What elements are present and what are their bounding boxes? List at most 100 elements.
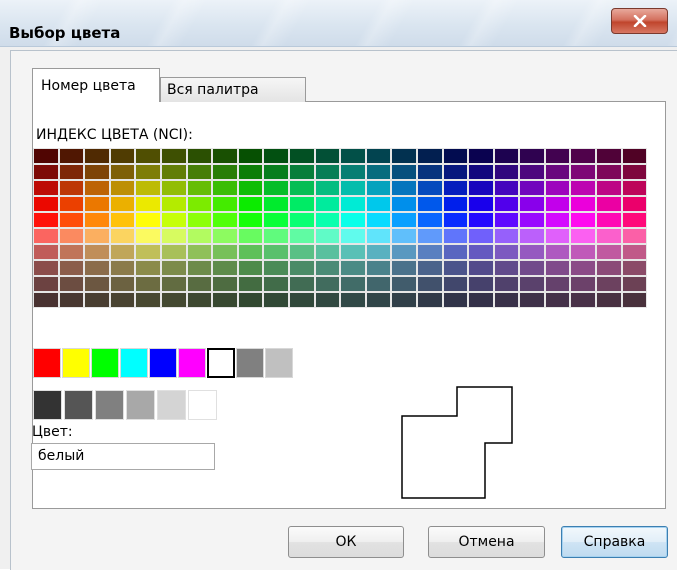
- palette-swatch[interactable]: [468, 196, 494, 212]
- palette-swatch[interactable]: [570, 164, 597, 180]
- palette-swatch[interactable]: [186, 180, 213, 196]
- palette-swatch[interactable]: [570, 276, 597, 292]
- palette-swatch[interactable]: [391, 180, 417, 196]
- palette-swatch[interactable]: [288, 292, 315, 308]
- palette-swatch[interactable]: [493, 196, 520, 212]
- title-bar[interactable]: Выбор цвета: [0, 0, 677, 47]
- gray-color-swatch[interactable]: [157, 390, 186, 420]
- standard-color-swatch[interactable]: [236, 348, 264, 378]
- palette-swatch[interactable]: [416, 228, 443, 244]
- palette-swatch[interactable]: [212, 244, 238, 260]
- palette-swatch[interactable]: [519, 148, 545, 164]
- palette-swatch[interactable]: [135, 228, 161, 244]
- palette-swatch[interactable]: [621, 244, 648, 260]
- palette-swatch[interactable]: [544, 276, 571, 292]
- palette-swatch[interactable]: [519, 244, 545, 260]
- palette-swatch[interactable]: [84, 244, 110, 260]
- palette-swatch[interactable]: [596, 260, 622, 276]
- palette-swatch[interactable]: [288, 244, 315, 260]
- palette-swatch[interactable]: [544, 292, 571, 308]
- palette-swatch[interactable]: [33, 244, 59, 260]
- ok-button[interactable]: ОК: [288, 526, 404, 558]
- palette-swatch[interactable]: [84, 164, 110, 180]
- gray-color-swatch[interactable]: [64, 390, 93, 420]
- palette-swatch[interactable]: [365, 260, 392, 276]
- tab-full-palette[interactable]: Вся палитра: [160, 77, 306, 102]
- palette-swatch[interactable]: [416, 276, 443, 292]
- palette-swatch[interactable]: [237, 196, 264, 212]
- palette-swatch[interactable]: [263, 196, 289, 212]
- palette-swatch[interactable]: [391, 260, 417, 276]
- palette-swatch[interactable]: [621, 180, 648, 196]
- palette-swatch[interactable]: [340, 276, 366, 292]
- palette-swatch[interactable]: [212, 196, 238, 212]
- palette-swatch[interactable]: [109, 244, 136, 260]
- palette-swatch[interactable]: [160, 180, 187, 196]
- palette-swatch[interactable]: [442, 180, 469, 196]
- palette-swatch[interactable]: [544, 244, 571, 260]
- standard-color-swatch[interactable]: [149, 348, 177, 378]
- palette-swatch[interactable]: [519, 180, 545, 196]
- palette-swatch[interactable]: [391, 164, 417, 180]
- palette-swatch[interactable]: [288, 228, 315, 244]
- palette-swatch[interactable]: [58, 148, 85, 164]
- palette-swatch[interactable]: [288, 212, 315, 228]
- palette-swatch[interactable]: [391, 196, 417, 212]
- palette-swatch[interactable]: [109, 292, 136, 308]
- palette-swatch[interactable]: [58, 244, 85, 260]
- palette-swatch[interactable]: [84, 292, 110, 308]
- palette-swatch[interactable]: [263, 164, 289, 180]
- palette-swatch[interactable]: [340, 196, 366, 212]
- palette-swatch[interactable]: [544, 180, 571, 196]
- palette-swatch[interactable]: [391, 148, 417, 164]
- palette-swatch[interactable]: [340, 260, 366, 276]
- palette-swatch[interactable]: [493, 228, 520, 244]
- palette-swatch[interactable]: [365, 148, 392, 164]
- palette-swatch[interactable]: [442, 292, 469, 308]
- palette-swatch[interactable]: [544, 196, 571, 212]
- standard-color-swatch[interactable]: [91, 348, 119, 378]
- palette-swatch[interactable]: [186, 212, 213, 228]
- gray-color-swatch[interactable]: [188, 390, 217, 420]
- palette-swatch[interactable]: [544, 260, 571, 276]
- palette-swatch[interactable]: [416, 148, 443, 164]
- palette-swatch[interactable]: [544, 212, 571, 228]
- palette-swatch[interactable]: [314, 212, 341, 228]
- palette-swatch[interactable]: [58, 292, 85, 308]
- palette-swatch[interactable]: [33, 260, 59, 276]
- palette-swatch[interactable]: [493, 212, 520, 228]
- standard-color-swatch[interactable]: [265, 348, 293, 378]
- palette-swatch[interactable]: [596, 292, 622, 308]
- palette-swatch[interactable]: [340, 244, 366, 260]
- palette-swatch[interactable]: [288, 260, 315, 276]
- palette-swatch[interactable]: [135, 276, 161, 292]
- palette-swatch[interactable]: [493, 164, 520, 180]
- palette-swatch[interactable]: [58, 260, 85, 276]
- palette-swatch[interactable]: [570, 180, 597, 196]
- palette-swatch[interactable]: [314, 196, 341, 212]
- palette-swatch[interactable]: [58, 228, 85, 244]
- palette-swatch[interactable]: [160, 164, 187, 180]
- palette-swatch[interactable]: [212, 228, 238, 244]
- palette-swatch[interactable]: [263, 292, 289, 308]
- palette-swatch[interactable]: [365, 292, 392, 308]
- palette-swatch[interactable]: [468, 164, 494, 180]
- palette-swatch[interactable]: [314, 164, 341, 180]
- palette-swatch[interactable]: [263, 260, 289, 276]
- palette-swatch[interactable]: [212, 164, 238, 180]
- palette-swatch[interactable]: [442, 164, 469, 180]
- palette-swatch[interactable]: [288, 196, 315, 212]
- palette-swatch[interactable]: [340, 212, 366, 228]
- palette-swatch[interactable]: [186, 244, 213, 260]
- palette-swatch[interactable]: [135, 212, 161, 228]
- palette-swatch[interactable]: [621, 148, 648, 164]
- palette-swatch[interactable]: [237, 276, 264, 292]
- palette-swatch[interactable]: [33, 196, 59, 212]
- palette-swatch[interactable]: [288, 148, 315, 164]
- palette-swatch[interactable]: [493, 244, 520, 260]
- palette-swatch[interactable]: [596, 148, 622, 164]
- palette-swatch[interactable]: [621, 196, 648, 212]
- palette-swatch[interactable]: [519, 212, 545, 228]
- standard-color-swatch[interactable]: [207, 348, 235, 378]
- palette-swatch[interactable]: [288, 164, 315, 180]
